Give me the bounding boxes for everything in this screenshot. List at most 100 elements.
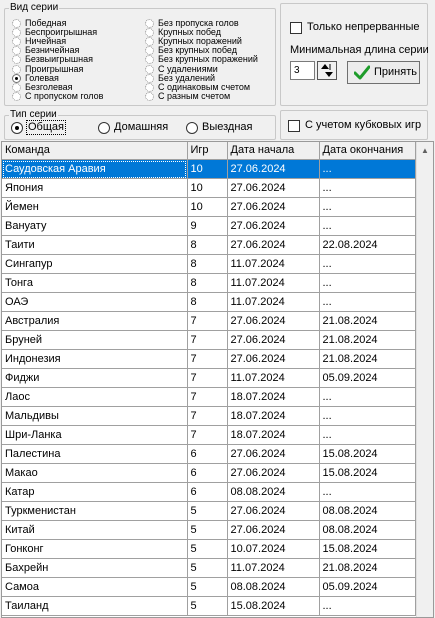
table-row[interactable]: Шри-Ланка 7 18.07.2024...: [2, 425, 416, 445]
table-row[interactable]: Китай 5 27.06.2024 08.08.2024: [2, 520, 416, 540]
table-cell[interactable]: 27.06.2024: [227, 463, 320, 483]
table-cell[interactable]: 27.06.2024: [227, 197, 320, 217]
column-header-start-date[interactable]: Дата начала: [227, 142, 320, 160]
table-cell[interactable]: 6: [187, 444, 228, 464]
table-cell[interactable]: 22.08.2024: [319, 235, 416, 255]
table-row[interactable]: Индонезия 7 27.06.2024 21.08.2024: [2, 349, 416, 369]
table-cell[interactable]: Китай: [2, 520, 188, 540]
table-cell[interactable]: 7: [187, 425, 228, 445]
table-cell[interactable]: Таити: [2, 235, 188, 255]
table-cell[interactable]: 18.07.2024: [227, 387, 320, 407]
table-cell[interactable]: ...: [319, 387, 416, 407]
table-cell[interactable]: 21.08.2024: [319, 330, 416, 350]
table-cell[interactable]: Вануату: [2, 216, 188, 236]
table-cell[interactable]: 7: [187, 330, 228, 350]
table-cell[interactable]: Мальдивы: [2, 406, 188, 426]
table-cell[interactable]: Туркменистан: [2, 501, 188, 521]
table-cell[interactable]: 18.07.2024: [227, 425, 320, 445]
table-cell[interactable]: ...: [319, 178, 416, 198]
table-cell[interactable]: 11.07.2024: [227, 368, 320, 388]
table-cell[interactable]: 7: [187, 387, 228, 407]
table-cell[interactable]: Япония: [2, 178, 188, 198]
table-cell[interactable]: 8: [187, 235, 228, 255]
cup-games-checkbox[interactable]: [288, 120, 300, 132]
series-kind-left-radio[interactable]: [12, 91, 21, 101]
table-cell[interactable]: 6: [187, 463, 228, 483]
table-row[interactable]: Катар 6 08.08.2024...: [2, 482, 416, 502]
table-cell[interactable]: 05.09.2024: [319, 368, 416, 388]
table-cell[interactable]: 08.08.2024: [227, 482, 320, 502]
table-cell[interactable]: 27.06.2024: [227, 330, 320, 350]
table-cell[interactable]: 15.08.2024: [319, 444, 416, 464]
table-row[interactable]: Саудовская Аравия 10 27.06.2024...: [2, 159, 416, 179]
table-cell[interactable]: 27.06.2024: [227, 178, 320, 198]
accept-button[interactable]: Принять: [347, 61, 420, 84]
table-row[interactable]: Бруней 7 27.06.2024 21.08.2024: [2, 330, 416, 350]
series-type-away-radio[interactable]: [186, 122, 198, 134]
table-cell[interactable]: Сингапур: [2, 254, 188, 274]
table-row[interactable]: Таиланд 5 15.08.2024...: [2, 596, 416, 616]
scroll-up-arrow-icon[interactable]: ▲: [417, 142, 433, 159]
series-type-home-radio[interactable]: [98, 122, 110, 134]
table-cell[interactable]: Гонконг: [2, 539, 188, 559]
table-cell[interactable]: Самоа: [2, 577, 188, 597]
table-row[interactable]: Сингапур 8 11.07.2024...: [2, 254, 416, 274]
series-type-overall-radio[interactable]: [11, 122, 23, 134]
table-cell[interactable]: ...: [319, 254, 416, 274]
table-cell[interactable]: 15.08.2024: [319, 539, 416, 559]
table-cell[interactable]: 7: [187, 349, 228, 369]
table-cell[interactable]: 5: [187, 520, 228, 540]
table-cell[interactable]: Бахрейн: [2, 558, 188, 578]
table-cell[interactable]: 5: [187, 577, 228, 597]
column-header-games[interactable]: Игр: [187, 142, 228, 160]
table-cell[interactable]: 5: [187, 501, 228, 521]
table-cell[interactable]: 10: [187, 197, 228, 217]
table-cell[interactable]: ...: [319, 159, 416, 179]
table-cell[interactable]: 21.08.2024: [319, 558, 416, 578]
table-row[interactable]: Самоа 5 08.08.2024 05.09.2024: [2, 577, 416, 597]
table-cell[interactable]: 08.08.2024: [227, 577, 320, 597]
table-cell[interactable]: 11.07.2024: [227, 292, 320, 312]
table-cell[interactable]: 11.07.2024: [227, 254, 320, 274]
table-cell[interactable]: Лаос: [2, 387, 188, 407]
table-row[interactable]: Тонга 8 11.07.2024...: [2, 273, 416, 293]
table-cell[interactable]: 5: [187, 539, 228, 559]
series-kind-right-radio[interactable]: [145, 19, 154, 28]
table-cell[interactable]: 05.09.2024: [319, 577, 416, 597]
table-cell[interactable]: 8: [187, 254, 228, 274]
table-cell[interactable]: 27.06.2024: [227, 311, 320, 331]
table-cell[interactable]: 10.07.2024: [227, 539, 320, 559]
table-cell[interactable]: 27.06.2024: [227, 444, 320, 464]
table-cell[interactable]: 11.07.2024: [227, 273, 320, 293]
table-cell[interactable]: Палестина: [2, 444, 188, 464]
table-row[interactable]: Туркменистан 5 27.06.2024 08.08.2024: [2, 501, 416, 521]
table-cell[interactable]: 7: [187, 406, 228, 426]
table-cell[interactable]: ...: [319, 482, 416, 502]
table-cell[interactable]: ...: [319, 425, 416, 445]
table-row[interactable]: ОАЭ 8 11.07.2024...: [2, 292, 416, 312]
table-cell[interactable]: 5: [187, 558, 228, 578]
table-cell[interactable]: ...: [319, 292, 416, 312]
table-cell[interactable]: 8: [187, 273, 228, 293]
table-cell[interactable]: Таиланд: [2, 596, 188, 616]
table-row[interactable]: Австралия 7 27.06.2024 21.08.2024: [2, 311, 416, 331]
table-cell[interactable]: 21.08.2024: [319, 349, 416, 369]
table-cell[interactable]: Бруней: [2, 330, 188, 350]
table-cell[interactable]: 9: [187, 216, 228, 236]
series-kind-right-radio[interactable]: [145, 73, 154, 83]
table-cell[interactable]: ОАЭ: [2, 292, 188, 312]
table-cell[interactable]: Индонезия: [2, 349, 188, 369]
column-header-end-date[interactable]: Дата окончания: [319, 142, 416, 160]
table-cell[interactable]: 10: [187, 159, 228, 179]
table-cell[interactable]: 18.07.2024: [227, 406, 320, 426]
table-cell[interactable]: Фиджи: [2, 368, 188, 388]
table-cell[interactable]: ...: [319, 273, 416, 293]
table-row[interactable]: Йемен 10 27.06.2024...: [2, 197, 416, 217]
table-cell[interactable]: 27.06.2024: [227, 216, 320, 236]
table-cell[interactable]: 27.06.2024: [227, 235, 320, 255]
table-row[interactable]: Таити 8 27.06.2024 22.08.2024: [2, 235, 416, 255]
series-kind-left-radio[interactable]: [12, 82, 21, 92]
series-kind-right-radio[interactable]: [145, 91, 154, 101]
table-row[interactable]: Бахрейн 5 11.07.2024 21.08.2024: [2, 558, 416, 578]
column-header-team[interactable]: Команда: [2, 142, 188, 160]
